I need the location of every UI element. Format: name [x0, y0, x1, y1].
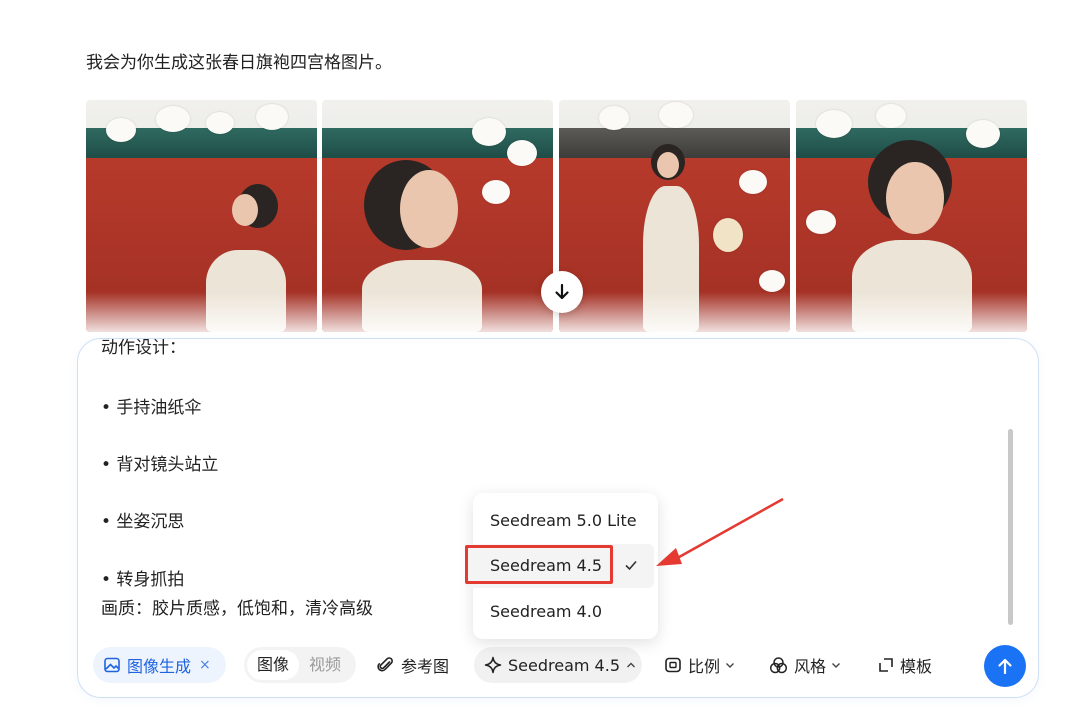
model-option-label: Seedream 4.5 — [490, 556, 602, 575]
generated-image-3[interactable] — [559, 100, 790, 332]
prompt-line: 画质：胶片质感，低饱和，清冷高级 — [101, 599, 373, 619]
template-label: 模板 — [900, 657, 933, 676]
model-select-label: Seedream 4.5 — [508, 655, 620, 675]
style-label: 风格 — [794, 657, 827, 676]
mode-image-tab[interactable]: 图像 — [247, 650, 300, 680]
image-generation-chip[interactable]: 图像生成 × — [93, 647, 226, 683]
arrow-up-icon — [998, 658, 1012, 675]
model-option[interactable]: Seedream 5.0 Lite — [473, 499, 658, 543]
composer-toolbar: 图像生成 × 图像 视频 参考图 Seedream 4.5 比例 风格 模板 — [78, 639, 1038, 691]
model-dropdown-menu: Seedream 5.0 Lite Seedream 4.5 Seedream … — [465, 493, 658, 639]
prompt-line: • 转身抓拍 — [101, 570, 185, 590]
prompt-line: 动作设计： — [101, 338, 186, 358]
chevron-down-icon — [832, 663, 841, 668]
arrow-down-icon — [555, 283, 569, 300]
scrollbar[interactable] — [1008, 429, 1013, 625]
reference-label: 参考图 — [401, 657, 450, 676]
prompt-line: • 坐姿沉思 — [101, 512, 185, 532]
ratio-label: 比例 — [688, 657, 721, 676]
template-button[interactable]: 模板 — [870, 647, 940, 683]
model-option[interactable]: Seedream 4.0 — [473, 590, 658, 634]
close-icon[interactable]: × — [199, 657, 211, 673]
model-select[interactable]: Seedream 4.5 — [474, 647, 642, 683]
ratio-button[interactable]: 比例 — [656, 647, 743, 683]
send-button[interactable] — [984, 645, 1026, 687]
chevron-up-icon — [627, 662, 635, 668]
model-option-selected[interactable]: Seedream 4.5 — [465, 544, 654, 588]
generated-image-1[interactable] — [86, 100, 317, 332]
sparkle-icon — [484, 656, 502, 674]
style-button[interactable]: 风格 — [761, 647, 849, 683]
check-icon — [625, 560, 637, 571]
prompt-line: • 手持油纸伞 — [101, 398, 202, 418]
model-option-label: Seedream 4.0 — [490, 602, 602, 621]
aspect-ratio-icon — [664, 656, 682, 674]
scroll-down-button[interactable] — [541, 271, 583, 313]
paperclip-icon — [377, 656, 395, 674]
generated-image-2[interactable] — [322, 100, 553, 332]
template-icon — [878, 657, 894, 673]
model-option-label: Seedream 5.0 Lite — [490, 511, 637, 530]
image-icon — [103, 656, 121, 674]
assistant-message: 我会为你生成这张春日旗袍四宫格图片。 — [86, 53, 392, 73]
mode-toggle: 图像 视频 — [244, 647, 356, 683]
reference-image-button[interactable]: 参考图 — [369, 647, 457, 683]
generated-image-4[interactable] — [796, 100, 1027, 332]
chevron-down-icon — [726, 663, 735, 668]
mode-video-tab[interactable]: 视频 — [299, 650, 351, 680]
prompt-line: • 背对镜头站立 — [101, 455, 219, 475]
image-generation-label: 图像生成 — [127, 657, 192, 676]
style-circles-icon — [769, 656, 788, 675]
